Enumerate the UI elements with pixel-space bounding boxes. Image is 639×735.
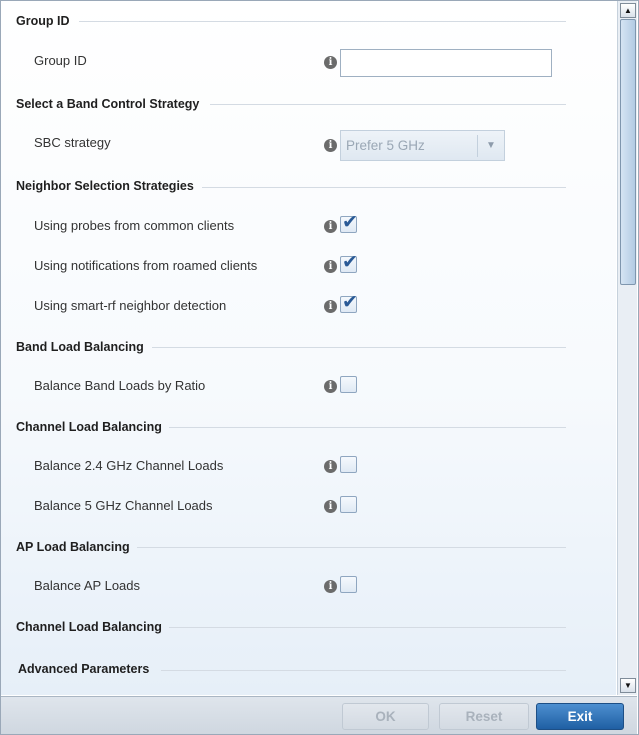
ch5-label: Balance 5 GHz Channel Loads: [34, 498, 213, 513]
section-title-channel-load: Channel Load Balancing: [16, 420, 162, 434]
info-icon[interactable]: i: [324, 380, 337, 393]
checkmark-icon: ✔: [342, 251, 358, 273]
scroll-down-icon[interactable]: ▼: [620, 678, 636, 693]
ap-loads-checkbox[interactable]: [340, 576, 357, 593]
section-title-ap-load: AP Load Balancing: [16, 540, 130, 554]
group-id-input[interactable]: [340, 49, 552, 77]
ch5-checkbox[interactable]: [340, 496, 357, 513]
exit-button[interactable]: Exit: [536, 703, 624, 730]
probes-checkbox[interactable]: ✔: [340, 211, 358, 233]
smartrf-checkbox[interactable]: ✔: [340, 291, 358, 313]
section-divider: [210, 104, 566, 105]
section-divider: [152, 347, 566, 348]
section-divider: [79, 21, 566, 22]
section-divider: [161, 670, 566, 671]
sbc-strategy-select[interactable]: Prefer 5 GHz ▼: [340, 130, 505, 161]
dialog-footer: OK Reset Exit: [1, 696, 637, 734]
group-id-label: Group ID: [34, 53, 87, 68]
checkmark-icon: ✔: [342, 291, 358, 313]
reset-button[interactable]: Reset: [439, 703, 529, 730]
section-title-band-control: Select a Band Control Strategy: [16, 97, 200, 111]
info-icon[interactable]: i: [324, 300, 337, 313]
info-icon[interactable]: i: [324, 260, 337, 273]
scroll-up-icon[interactable]: ▲: [620, 3, 636, 18]
section-title-channel-load-2[interactable]: Channel Load Balancing: [16, 620, 162, 634]
ch24-checkbox[interactable]: [340, 456, 357, 473]
info-icon[interactable]: i: [324, 220, 337, 233]
section-title-group-id: Group ID: [16, 14, 70, 28]
section-title-band-load: Band Load Balancing: [16, 340, 144, 354]
info-icon[interactable]: i: [324, 139, 337, 152]
ok-button[interactable]: OK: [342, 703, 429, 730]
vertical-scrollbar[interactable]: ▲ ▼: [617, 1, 637, 695]
chevron-down-icon[interactable]: ▼: [478, 140, 504, 151]
smartrf-label: Using smart-rf neighbor detection: [34, 298, 227, 313]
section-divider: [137, 547, 566, 548]
section-divider: [169, 627, 566, 628]
info-icon[interactable]: i: [324, 460, 337, 473]
info-icon[interactable]: i: [324, 500, 337, 513]
section-divider: [202, 187, 566, 188]
ch24-label: Balance 2.4 GHz Channel Loads: [34, 458, 224, 473]
section-divider: [169, 427, 566, 428]
section-title-advanced[interactable]: Advanced Parameters: [18, 662, 149, 676]
notifications-label: Using notifications from roamed clients: [34, 258, 258, 273]
settings-panel: Group ID Group ID i Select a Band Contro…: [1, 1, 616, 695]
sbc-strategy-value: Prefer 5 GHz: [346, 138, 425, 153]
band-ratio-checkbox[interactable]: [340, 376, 357, 393]
section-title-neighbor: Neighbor Selection Strategies: [16, 179, 194, 193]
info-icon[interactable]: i: [324, 580, 337, 593]
info-icon[interactable]: i: [324, 56, 337, 69]
sbc-strategy-label: SBC strategy: [34, 135, 111, 150]
band-ratio-label: Balance Band Loads by Ratio: [34, 378, 206, 393]
checkmark-icon: ✔: [342, 211, 358, 233]
probes-label: Using probes from common clients: [34, 218, 235, 233]
notifications-checkbox[interactable]: ✔: [340, 251, 358, 273]
scrollbar-thumb[interactable]: [620, 19, 636, 285]
ap-loads-label: Balance AP Loads: [34, 578, 141, 593]
